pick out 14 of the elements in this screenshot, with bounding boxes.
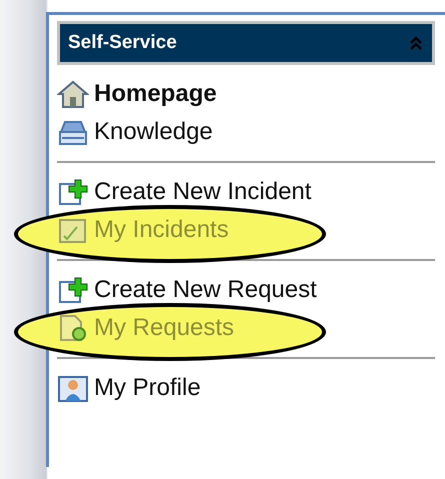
collapse-icon[interactable] bbox=[408, 35, 424, 51]
menu-link[interactable]: Create New Incident bbox=[94, 178, 312, 206]
user-icon bbox=[57, 374, 89, 402]
document-icon bbox=[57, 314, 89, 342]
new-document-icon bbox=[57, 276, 89, 304]
book-icon bbox=[57, 118, 89, 146]
menu-link[interactable]: Create New Request bbox=[94, 276, 317, 304]
panel-title: Self-Service bbox=[68, 32, 177, 54]
menu-link[interactable]: Homepage bbox=[94, 80, 217, 108]
menu-link[interactable]: Knowledge bbox=[94, 118, 213, 146]
new-document-icon bbox=[57, 178, 89, 206]
house-icon bbox=[57, 80, 89, 108]
checklist-icon bbox=[57, 216, 89, 244]
menu-link[interactable]: My Profile bbox=[94, 374, 201, 402]
